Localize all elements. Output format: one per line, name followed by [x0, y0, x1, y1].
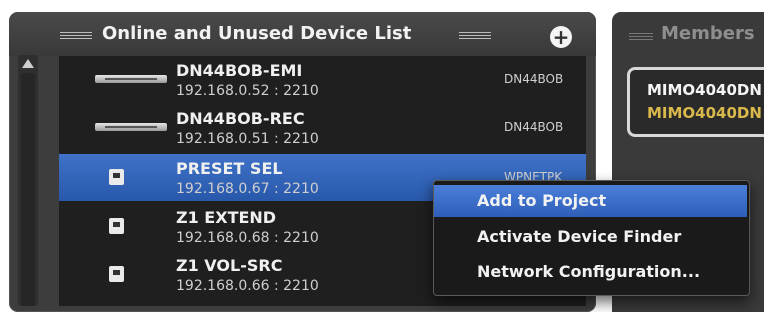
context-menu: Add to Project Activate Device Finder Ne…	[433, 180, 750, 296]
member-device-name: MIMO4040DN	[647, 81, 762, 99]
wall-panel-icon	[109, 218, 124, 234]
device-row[interactable]: DN44BOB-REC 192.168.0.51 : 2210 DN44BOB	[59, 104, 586, 151]
device-name: DN44BOB-EMI	[176, 61, 303, 80]
rack-unit-icon	[95, 75, 167, 83]
device-model: DN44BOB	[504, 72, 564, 86]
device-ip: 192.168.0.68 : 2210	[176, 230, 319, 246]
device-ip: 192.168.0.66 : 2210	[176, 278, 319, 294]
device-name: Z1 EXTEND	[176, 208, 277, 227]
drag-grip-icon[interactable]	[60, 32, 92, 39]
menu-item-network-configuration[interactable]: Network Configuration...	[434, 256, 747, 288]
menu-item-label: Add to Project	[477, 191, 607, 210]
add-device-button[interactable]: +	[550, 26, 572, 48]
menu-item-activate-device-finder[interactable]: Activate Device Finder	[434, 221, 747, 253]
device-model: DN44BOB	[504, 120, 564, 134]
members-title: Members	[661, 23, 755, 44]
device-row[interactable]: DN44BOB-EMI 192.168.0.52 : 2210 DN44BOB	[59, 56, 586, 103]
device-list-scrollbar[interactable]	[18, 55, 38, 306]
wall-panel-icon	[109, 169, 124, 185]
drag-grip-icon[interactable]	[459, 32, 491, 39]
rack-unit-icon	[95, 123, 167, 131]
device-ip: 192.168.0.52 : 2210	[176, 83, 319, 99]
member-device-name-secondary: MIMO4040DN	[647, 104, 762, 122]
scrollbar-thumb[interactable]	[21, 73, 35, 306]
wall-panel-icon	[109, 266, 124, 282]
member-device-card[interactable]: MIMO4040DN MIMO4040DN	[627, 67, 764, 137]
device-list-title: Online and Unused Device List	[102, 23, 412, 44]
menu-item-label: Network Configuration...	[477, 262, 701, 281]
device-name: PRESET SEL	[176, 159, 283, 178]
device-list-header: Online and Unused Device List +	[9, 12, 596, 56]
drag-grip-icon[interactable]	[629, 33, 653, 40]
scroll-up-arrow-icon[interactable]	[22, 59, 34, 68]
menu-item-add-to-project[interactable]: Add to Project	[434, 185, 747, 217]
device-name: Z1 VOL-SRC	[176, 256, 283, 275]
device-name: DN44BOB-REC	[176, 109, 305, 128]
menu-item-label: Activate Device Finder	[477, 227, 682, 246]
device-ip: 192.168.0.67 : 2210	[176, 181, 319, 197]
device-ip: 192.168.0.51 : 2210	[176, 131, 319, 147]
